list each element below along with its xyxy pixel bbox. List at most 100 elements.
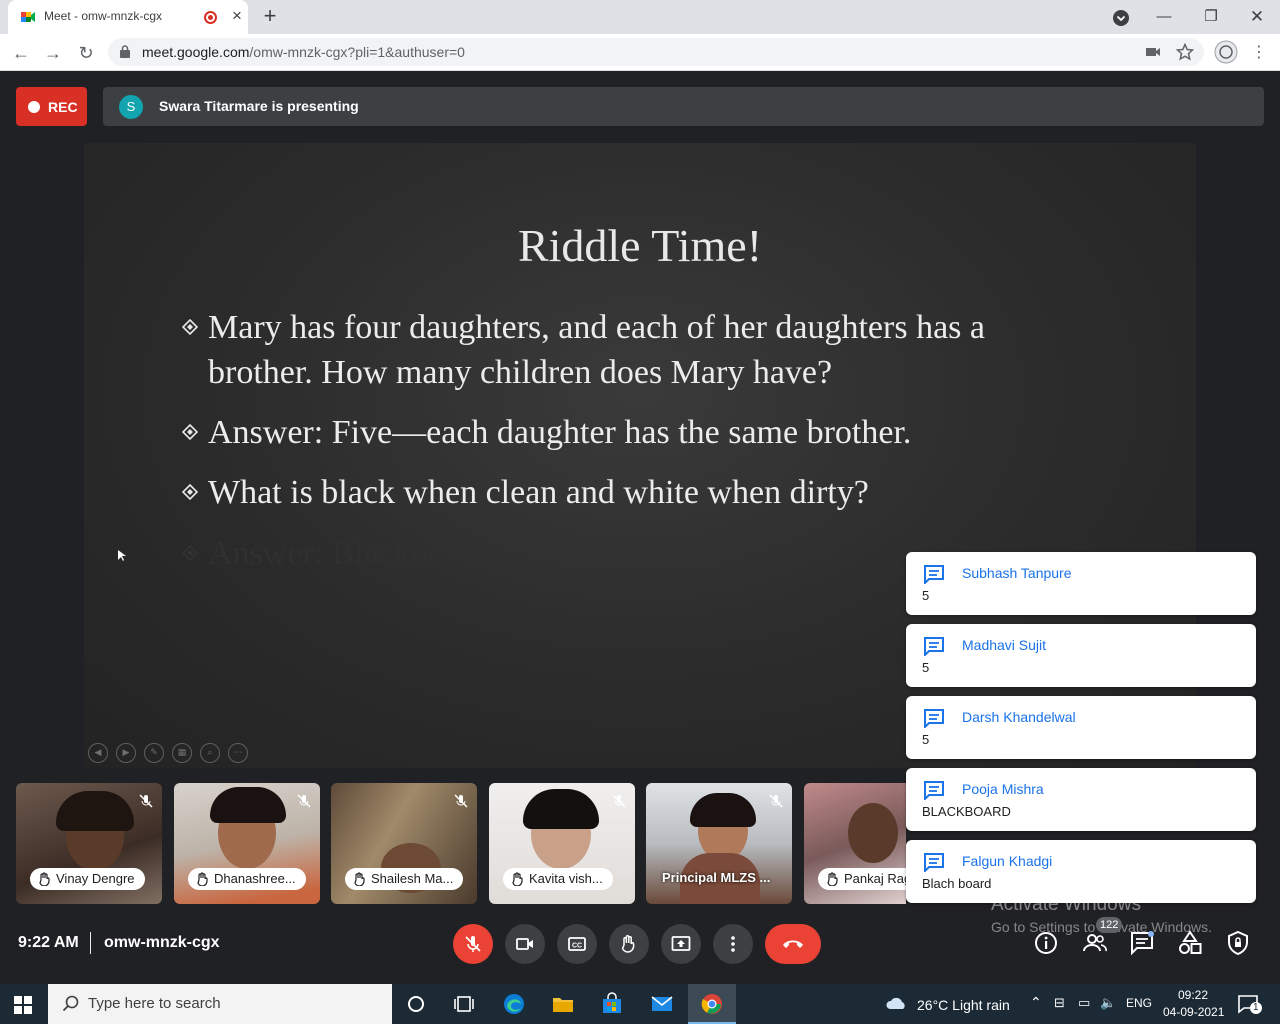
zoom-icon[interactable]: ⌕ <box>200 743 220 763</box>
participant-tile[interactable]: Kavita vish... <box>489 783 635 904</box>
participant-count-badge: 122 <box>1096 917 1123 933</box>
chat-notification[interactable]: Subhash Tanpure 5 <box>906 552 1256 615</box>
diamond-bullet-icon <box>182 484 198 500</box>
reload-icon[interactable]: ↻ <box>73 40 99 66</box>
participant-name: Pankaj Rag <box>818 868 906 890</box>
raised-hand-icon <box>39 872 50 886</box>
weather-text[interactable]: 26°C Light rain <box>917 997 1010 1013</box>
present-now-button[interactable] <box>661 924 701 964</box>
presenter-avatar: S <box>119 95 143 119</box>
chat-sender: Madhavi Sujit <box>962 637 1047 653</box>
slide-bullet: What is black when clean and white when … <box>182 470 1108 515</box>
microsoft-store-icon[interactable] <box>599 992 625 1016</box>
search-placeholder: Type here to search <box>88 995 221 1012</box>
meeting-details-button[interactable] <box>1033 930 1059 956</box>
close-window-icon[interactable]: ✕ <box>1246 6 1268 28</box>
chat-message-icon <box>924 781 944 800</box>
mic-off-icon <box>769 794 783 808</box>
shapes-icon <box>1179 930 1202 954</box>
chat-notification[interactable]: Darsh Khandelwal 5 <box>906 696 1256 759</box>
address-bar[interactable]: meet.google.com/omw-mnzk-cgx?pli=1&authu… <box>108 38 1204 66</box>
chat-sender: Darsh Khandelwal <box>962 709 1076 725</box>
taskbar-date[interactable]: 04-09-2021 <box>1163 1005 1224 1019</box>
volume-icon[interactable]: 🔈 <box>1100 995 1116 1011</box>
windows-start-icon[interactable] <box>14 996 32 1014</box>
slide-grid-icon[interactable]: ▦ <box>172 743 192 763</box>
participants-button[interactable] <box>1082 930 1108 956</box>
chat-message: BLACKBOARD <box>922 804 1011 819</box>
pen-icon[interactable]: ✎ <box>144 743 164 763</box>
activities-button[interactable] <box>1177 930 1203 956</box>
tray-chevron-icon[interactable]: ⌃ <box>1030 994 1042 1011</box>
tab-search-icon[interactable] <box>1112 9 1130 27</box>
recording-badge: REC <box>16 87 87 126</box>
browser-tab[interactable]: Meet - omw-mnzk-cgx × <box>8 0 248 34</box>
participant-tile[interactable]: Vinay Dengre <box>16 783 162 904</box>
camera-toggle-button[interactable] <box>505 924 545 964</box>
mic-off-icon <box>139 794 153 808</box>
forward-icon[interactable]: → <box>40 40 66 66</box>
mic-off-icon <box>297 794 311 808</box>
microphone-toggle-button[interactable] <box>453 924 493 964</box>
mouse-cursor-icon <box>118 550 126 561</box>
participant-tile[interactable]: Dhanashree... <box>174 783 320 904</box>
notification-count-badge: 1 <box>1250 1002 1262 1014</box>
tab-title: Meet - omw-mnzk-cgx <box>44 9 163 23</box>
participant-name: Shailesh Ma... <box>345 868 464 890</box>
minimize-icon[interactable]: — <box>1153 6 1175 28</box>
present-screen-icon <box>671 936 691 951</box>
cortana-icon[interactable] <box>403 992 429 1016</box>
participant-tile[interactable]: Pankaj Rag <box>804 783 906 904</box>
url-host: meet.google.com <box>142 44 250 60</box>
chat-button[interactable] <box>1129 930 1155 956</box>
next-slide-icon[interactable]: ▶ <box>116 743 136 763</box>
edge-browser-icon[interactable] <box>501 992 527 1016</box>
meeting-clock: 9:22 AM <box>18 934 79 951</box>
tab-close-icon[interactable]: × <box>228 7 246 25</box>
raised-hand-icon <box>197 872 208 886</box>
diamond-bullet-icon <box>182 545 198 561</box>
more-options-icon[interactable]: ⋯ <box>228 743 248 763</box>
taskbar-time[interactable]: 09:22 <box>1178 988 1208 1002</box>
google-meet-favicon-icon <box>21 12 35 22</box>
captions-button[interactable]: CC <box>557 924 597 964</box>
chat-notification[interactable]: Pooja Mishra BLACKBOARD <box>906 768 1256 831</box>
raised-hand-icon <box>512 872 523 886</box>
raise-hand-button[interactable] <box>609 924 649 964</box>
browser-toolbar: ← → ↻ meet.google.com/omw-mnzk-cgx?pli=1… <box>0 34 1280 71</box>
search-icon <box>62 995 79 1012</box>
camera-in-use-icon[interactable] <box>1144 43 1162 61</box>
slide-title: Riddle Time! <box>517 220 763 271</box>
bookmark-star-icon[interactable] <box>1176 43 1194 61</box>
previous-slide-icon[interactable]: ◀ <box>88 743 108 763</box>
presenting-banner: S Swara Titarmare is presenting <box>103 87 1264 126</box>
taskbar-search-box[interactable]: Type here to search <box>48 984 392 1024</box>
weather-cloud-icon[interactable] <box>884 992 910 1016</box>
chat-notification[interactable]: Madhavi Sujit 5 <box>906 624 1256 687</box>
chrome-taskbar-button[interactable] <box>688 984 736 1024</box>
leave-call-button[interactable] <box>765 924 821 964</box>
shield-lock-icon <box>1228 930 1248 956</box>
task-view-icon[interactable] <box>451 992 477 1016</box>
participant-tile[interactable]: Principal MLZS ... <box>646 783 792 904</box>
participant-name: Dhanashree... <box>188 868 306 890</box>
host-controls-button[interactable] <box>1225 930 1251 956</box>
language-indicator[interactable]: ENG <box>1126 996 1152 1010</box>
file-explorer-icon[interactable] <box>550 992 576 1016</box>
mail-icon[interactable] <box>649 992 675 1016</box>
restore-icon[interactable]: ❐ <box>1200 6 1222 28</box>
network-icon[interactable]: ⊟ <box>1054 995 1065 1011</box>
participant-name: Vinay Dengre <box>30 868 145 890</box>
svg-text:CC: CC <box>572 943 582 950</box>
back-icon[interactable]: ← <box>8 40 34 66</box>
activate-windows-watermark: Activate Windows <box>991 894 1141 915</box>
participant-tile[interactable]: Shailesh Ma... <box>331 783 477 904</box>
chrome-menu-icon[interactable]: ⋮ <box>1246 40 1272 66</box>
profile-avatar-icon[interactable] <box>1214 40 1238 64</box>
new-tab-button[interactable]: + <box>258 5 282 29</box>
more-options-button[interactable] <box>713 924 753 964</box>
display-icon[interactable]: ▭ <box>1078 995 1090 1011</box>
raised-hand-icon <box>827 872 838 886</box>
more-vert-icon <box>731 936 735 952</box>
diamond-bullet-icon <box>182 424 198 440</box>
